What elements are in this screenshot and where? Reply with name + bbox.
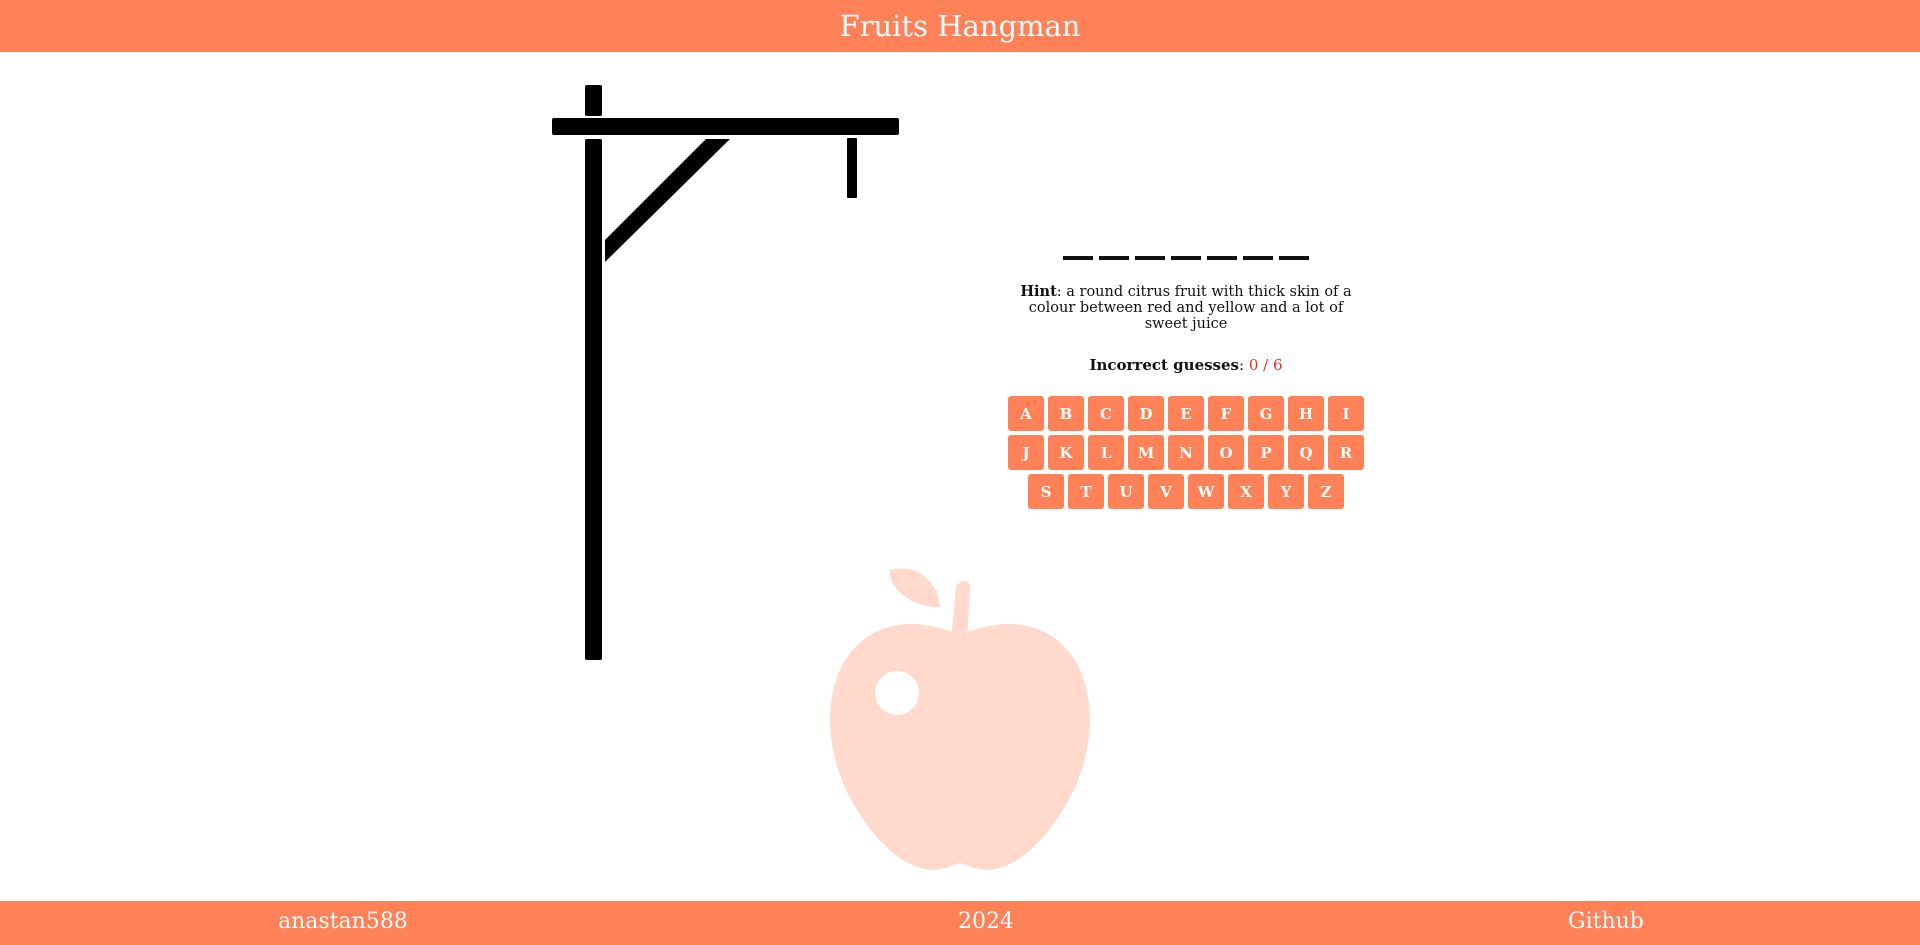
incorrect-guesses-label: Incorrect guesses (1089, 356, 1239, 374)
letter-button-q[interactable]: Q (1288, 435, 1324, 470)
gallows-top-post (585, 85, 602, 116)
letter-button-j[interactable]: J (1008, 435, 1044, 470)
letter-slot (1063, 240, 1093, 260)
letter-slot (1135, 240, 1165, 260)
letter-button-m[interactable]: M (1128, 435, 1164, 470)
letter-button-r[interactable]: R (1328, 435, 1364, 470)
letter-button-l[interactable]: L (1088, 435, 1124, 470)
letter-button-t[interactable]: T (1068, 474, 1104, 509)
keyboard-row: ABCDEFGHI (1008, 396, 1364, 431)
app-header: Fruits Hangman (0, 0, 1920, 52)
letter-button-i[interactable]: I (1328, 396, 1364, 431)
letter-slot (1099, 240, 1129, 260)
incorrect-guesses-separator: : (1239, 356, 1249, 374)
footer-author: anastan588 (278, 909, 408, 934)
letter-button-z[interactable]: Z (1308, 474, 1344, 509)
gallows-beam (552, 118, 899, 135)
letter-button-o[interactable]: O (1208, 435, 1244, 470)
letter-button-w[interactable]: W (1188, 474, 1224, 509)
keyboard-row: STUVWXYZ (1028, 474, 1344, 509)
letter-button-a[interactable]: A (1008, 396, 1044, 431)
letter-button-p[interactable]: P (1248, 435, 1284, 470)
letter-button-b[interactable]: B (1048, 396, 1084, 431)
letter-button-v[interactable]: V (1148, 474, 1184, 509)
hint-label: Hint (1020, 283, 1057, 300)
gallows-pole (585, 139, 602, 660)
apple-icon (830, 568, 1090, 870)
letter-button-x[interactable]: X (1228, 474, 1264, 509)
letter-button-h[interactable]: H (1288, 396, 1324, 431)
letter-button-e[interactable]: E (1168, 396, 1204, 431)
hint-text: : a round citrus fruit with thick skin o… (1028, 284, 1352, 332)
letter-slot (1279, 240, 1309, 260)
app-footer: anastan588 2024 Github (0, 901, 1920, 945)
letter-button-f[interactable]: F (1208, 396, 1244, 431)
letter-button-d[interactable]: D (1128, 396, 1164, 431)
gallows-brace (605, 139, 730, 262)
incorrect-guesses-count: 0 / 6 (1248, 356, 1283, 374)
letter-button-s[interactable]: S (1028, 474, 1064, 509)
letter-button-k[interactable]: K (1048, 435, 1084, 470)
letter-button-c[interactable]: C (1088, 396, 1124, 431)
github-link[interactable]: Github (1568, 909, 1644, 935)
hint: Hint: a round citrus fruit with thick sk… (1011, 283, 1361, 333)
letter-button-y[interactable]: Y (1268, 474, 1304, 509)
footer-year: 2024 (958, 909, 1014, 934)
word-display (1000, 240, 1372, 260)
keyboard-row: JKLMNOPQR (1008, 435, 1364, 470)
letter-slot (1171, 240, 1201, 260)
letter-button-n[interactable]: N (1168, 435, 1204, 470)
letter-slot (1243, 240, 1273, 260)
page-title: Fruits Hangman (839, 8, 1081, 43)
letter-slot (1207, 240, 1237, 260)
game-panel: Hint: a round citrus fruit with thick sk… (1000, 240, 1372, 509)
letter-button-u[interactable]: U (1108, 474, 1144, 509)
letter-keyboard: ABCDEFGHI JKLMNOPQR STUVWXYZ (1000, 396, 1372, 509)
gallows-rope (847, 138, 857, 198)
incorrect-guesses: Incorrect guesses: 0 / 6 (1000, 356, 1372, 374)
letter-button-g[interactable]: G (1248, 396, 1284, 431)
